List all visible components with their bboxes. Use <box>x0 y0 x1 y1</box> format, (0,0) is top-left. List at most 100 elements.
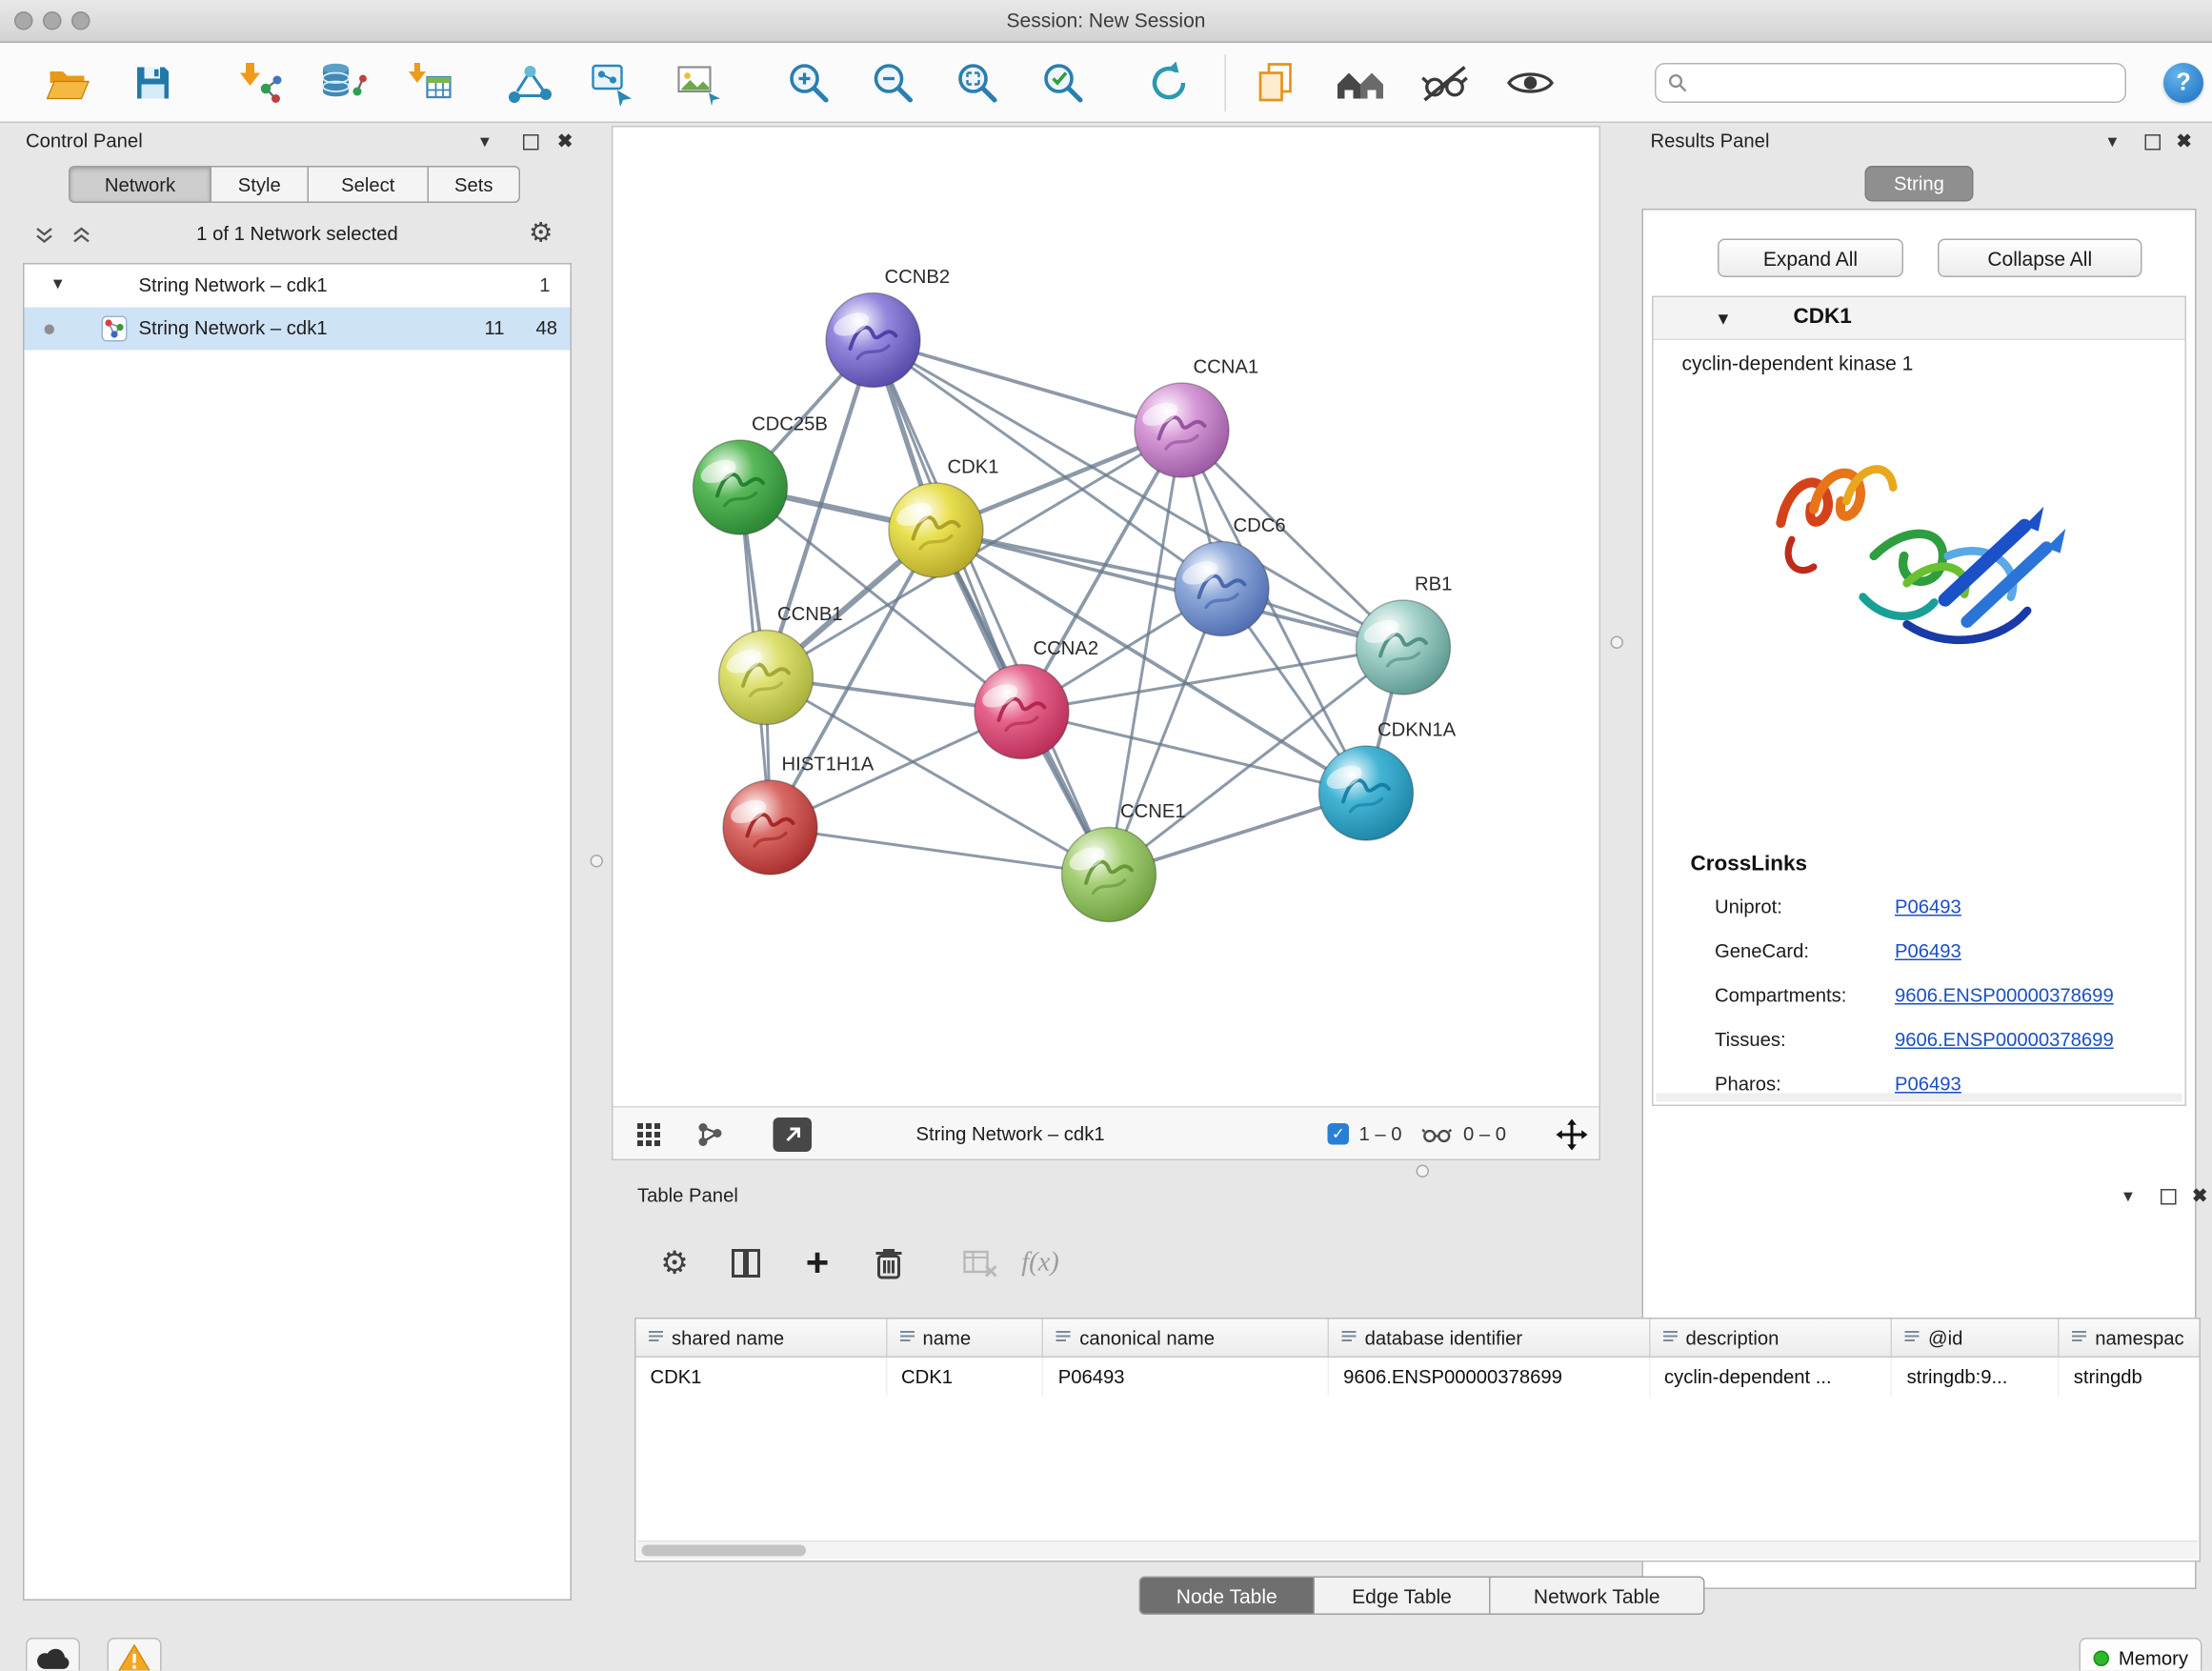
uniprot-link[interactable]: P06493 <box>1895 896 1961 918</box>
horizontal-scrollbar[interactable] <box>637 1540 2198 1560</box>
warnings-button[interactable] <box>108 1638 162 1671</box>
network-node-ccnb1[interactable]: CCNB1 <box>719 604 843 725</box>
network-node-hist1h1a[interactable]: HIST1H1A <box>723 755 875 876</box>
function-builder-button[interactable]: f(x) <box>1015 1238 1066 1289</box>
global-search-field[interactable] <box>1655 63 2126 103</box>
collapse-all-button[interactable]: Collapse All <box>1938 239 2142 278</box>
cell-id[interactable]: stringdb:9... <box>1893 1358 2060 1397</box>
column-header-name[interactable]: name <box>887 1319 1044 1357</box>
network-view[interactable]: CCNB2CCNA1CDC25BCDK1CDC6RB1CCNB1CCNA2CDK… <box>612 126 1600 1160</box>
network-node-cdc25b[interactable]: CDC25B <box>694 414 828 535</box>
cloud-status-button[interactable] <box>26 1638 80 1671</box>
cell-namespace[interactable]: stringdb <box>2060 1358 2200 1397</box>
chevron-down-icon[interactable]: ▼ <box>1715 309 1732 329</box>
network-edge-ccna2-cdkn1a[interactable] <box>1022 712 1367 794</box>
cell-name[interactable]: CDK1 <box>887 1358 1044 1397</box>
network-row-selected[interactable]: String Network – cdk1 11 48 <box>25 308 571 351</box>
import-network-database-button[interactable] <box>316 56 371 111</box>
panel-menu-icon[interactable]: ▾ <box>480 131 490 153</box>
network-node-ccnb2[interactable]: CCNB2 <box>826 267 950 388</box>
save-session-button[interactable] <box>126 56 180 111</box>
column-header-canonical-name[interactable]: canonical name <box>1044 1319 1329 1357</box>
float-panel-icon[interactable] <box>2145 134 2162 151</box>
search-input[interactable] <box>1697 72 2125 94</box>
table-options-gear-icon[interactable]: ⚙ <box>649 1238 700 1289</box>
network-edge-cdk1-rb1[interactable] <box>936 531 1404 648</box>
column-header-description[interactable]: description <box>1650 1319 1893 1357</box>
new-network-from-selection-button[interactable] <box>586 56 640 111</box>
first-neighbors-button[interactable] <box>503 56 557 111</box>
show-columns-button[interactable] <box>720 1238 772 1289</box>
network-node-cdc6[interactable]: CDC6 <box>1175 515 1286 636</box>
minimize-window-button[interactable] <box>43 11 62 30</box>
copy-document-button[interactable] <box>1249 56 1303 111</box>
network-options-gear-icon[interactable]: ⚙ <box>529 217 553 249</box>
cell-database-identifier[interactable]: 9606.ENSP00000378699 <box>1329 1358 1650 1397</box>
network-edge-ccnb2-ccna1[interactable] <box>874 340 1182 431</box>
open-in-window-button[interactable] <box>774 1108 813 1161</box>
open-session-button[interactable] <box>40 56 94 111</box>
left-splitter-handle[interactable] <box>591 855 604 868</box>
column-header-namespace[interactable]: namespac <box>2060 1319 2200 1357</box>
memory-button[interactable]: Memory <box>2080 1638 2202 1671</box>
network-style-button[interactable] <box>696 1108 725 1161</box>
tab-node-table[interactable]: Node Table <box>1139 1577 1316 1616</box>
import-table-file-button[interactable] <box>402 56 456 111</box>
close-panel-icon[interactable]: ✖ <box>2192 1185 2207 1208</box>
network-canvas[interactable]: CCNB2CCNA1CDC25BCDK1CDC6RB1CCNB1CCNA2CDK… <box>613 128 1599 1107</box>
add-column-button[interactable]: + <box>792 1238 843 1289</box>
tissues-link[interactable]: 9606.ENSP00000378699 <box>1895 1029 2114 1051</box>
zoom-out-button[interactable] <box>866 56 920 111</box>
expand-all-button[interactable]: Expand All <box>1718 239 1903 278</box>
tab-sets[interactable]: Sets <box>429 166 520 203</box>
section-scrollbar[interactable] <box>1657 1094 2182 1102</box>
apply-layout-button[interactable] <box>1142 56 1196 111</box>
network-edge-ccne1-hist1h1a[interactable] <box>771 828 1110 876</box>
close-panel-icon[interactable]: ✖ <box>557 131 573 153</box>
network-collection-row[interactable]: ▼ String Network – cdk1 1 <box>25 265 571 308</box>
tab-network-table[interactable]: Network Table <box>1491 1577 1705 1616</box>
right-splitter-handle[interactable] <box>1611 636 1624 650</box>
tab-style[interactable]: Style <box>211 166 309 203</box>
panel-menu-icon[interactable]: ▾ <box>2123 1185 2133 1208</box>
zoom-selected-button[interactable] <box>1036 56 1091 111</box>
table-row[interactable]: CDK1 CDK1 P06493 9606.ENSP00000378699 cy… <box>636 1358 2200 1397</box>
tab-string[interactable]: String <box>1865 166 1974 202</box>
zoom-window-button[interactable] <box>71 11 90 30</box>
tab-edge-table[interactable]: Edge Table <box>1315 1577 1491 1616</box>
hide-selection-button[interactable] <box>1418 56 1472 111</box>
zoom-in-button[interactable] <box>782 56 836 111</box>
help-button[interactable]: ? <box>2163 63 2203 103</box>
column-header-shared-name[interactable]: shared name <box>636 1319 888 1357</box>
column-header-database-identifier[interactable]: database identifier <box>1329 1319 1650 1357</box>
close-panel-icon[interactable]: ✖ <box>2177 131 2192 153</box>
protein-section-header[interactable]: ▼ CDK1 <box>1654 297 2185 340</box>
genecard-link[interactable]: P06493 <box>1895 940 1961 962</box>
network-node-rb1[interactable]: RB1 <box>1357 574 1453 695</box>
bottom-splitter-handle[interactable] <box>1417 1165 1430 1178</box>
pharos-link[interactable]: P06493 <box>1895 1074 1961 1096</box>
show-all-button[interactable] <box>1503 56 1558 111</box>
string-home-button[interactable] <box>1334 56 1388 111</box>
float-panel-icon[interactable] <box>2161 1189 2177 1205</box>
close-window-button[interactable] <box>14 11 33 30</box>
column-header-id[interactable]: @id <box>1893 1319 2060 1357</box>
cell-canonical-name[interactable]: P06493 <box>1044 1358 1329 1397</box>
tab-select[interactable]: Select <box>309 166 429 203</box>
panel-menu-icon[interactable]: ▾ <box>2108 131 2118 153</box>
tab-network[interactable]: Network <box>69 166 211 203</box>
pan-mode-button[interactable] <box>1557 1108 1588 1161</box>
selected-checkbox-icon[interactable]: ✓ <box>1328 1123 1350 1145</box>
cell-shared-name[interactable]: CDK1 <box>636 1358 888 1397</box>
import-network-file-button[interactable] <box>231 56 286 111</box>
export-image-button[interactable] <box>672 56 726 111</box>
chevron-down-icon[interactable]: ▼ <box>50 276 66 293</box>
float-panel-icon[interactable] <box>523 134 539 151</box>
delete-column-button[interactable] <box>863 1238 915 1289</box>
network-node-ccna1[interactable]: CCNA1 <box>1135 357 1258 478</box>
birds-eye-view-button[interactable] <box>636 1108 662 1161</box>
compartments-link[interactable]: 9606.ENSP00000378699 <box>1895 985 2114 1007</box>
scrollbar-thumb[interactable] <box>642 1545 807 1557</box>
zoom-fit-button[interactable] <box>951 56 1005 111</box>
network-edge-ccnb2-ccne1[interactable] <box>874 340 1110 875</box>
